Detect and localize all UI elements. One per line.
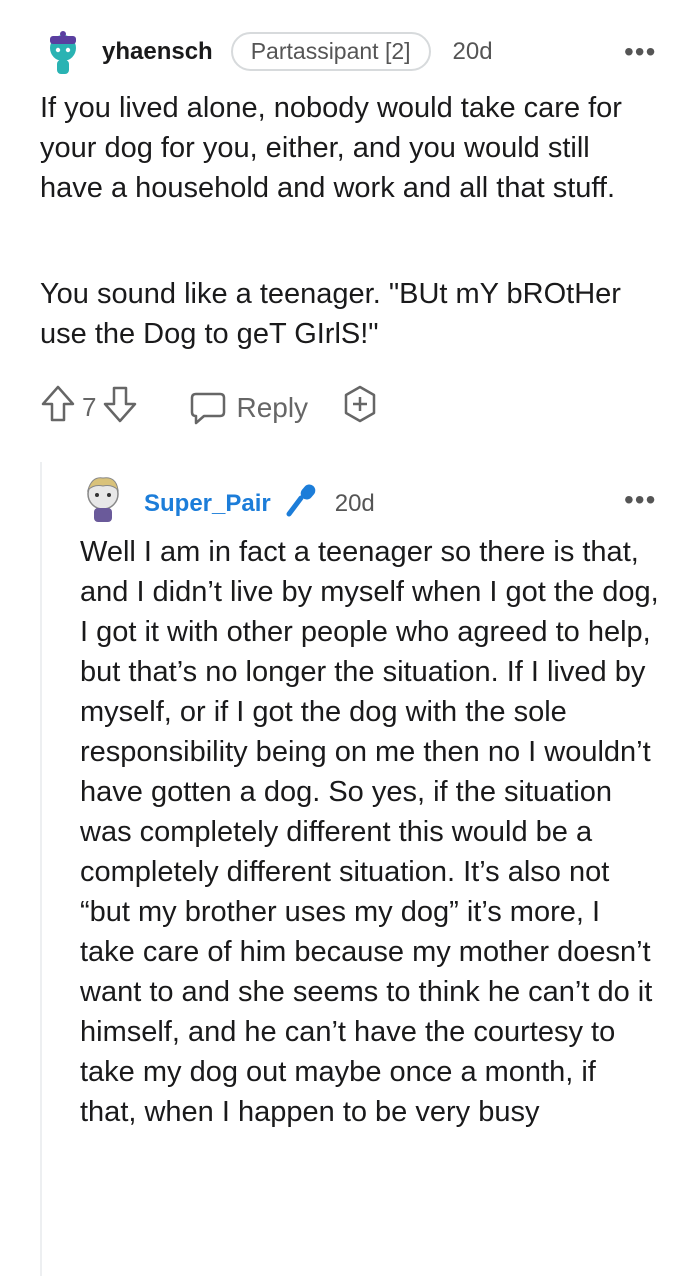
- comment-actions: 7 Reply: [40, 384, 380, 431]
- vote-count: 7: [82, 392, 97, 422]
- reply-avatar[interactable]: [80, 474, 126, 524]
- downvote-icon[interactable]: [102, 384, 138, 431]
- microphone-icon: [285, 482, 319, 525]
- chat-bubble-icon: [191, 392, 226, 424]
- more-dots-icon[interactable]: •••: [624, 38, 656, 66]
- avatar[interactable]: [44, 30, 82, 78]
- snoo-avatar-icon: [86, 477, 119, 522]
- reply-timestamp: 20d: [334, 489, 375, 517]
- reply-username[interactable]: Super_Pair: [144, 490, 271, 518]
- comment-paragraph-2: You sound like a teenager. "BUt mY bROtH…: [40, 278, 621, 350]
- comment-paragraph-1: If you lived alone, nobody would take ca…: [40, 92, 622, 204]
- comment-timestamp: 20d: [452, 37, 493, 65]
- user-flair: Partassipant [2]: [230, 32, 431, 71]
- reply-button[interactable]: Reply: [188, 390, 308, 426]
- more-dots-icon[interactable]: •••: [624, 486, 656, 514]
- reply-label: Reply: [236, 391, 309, 423]
- thread-line[interactable]: [40, 462, 42, 1276]
- comment-username[interactable]: yhaensch: [102, 38, 213, 66]
- snoo-avatar-icon: [50, 31, 76, 74]
- reply-body: Well I am in fact a teenager so there is…: [80, 536, 659, 1128]
- award-icon[interactable]: [340, 384, 380, 431]
- upvote-icon[interactable]: [40, 384, 76, 431]
